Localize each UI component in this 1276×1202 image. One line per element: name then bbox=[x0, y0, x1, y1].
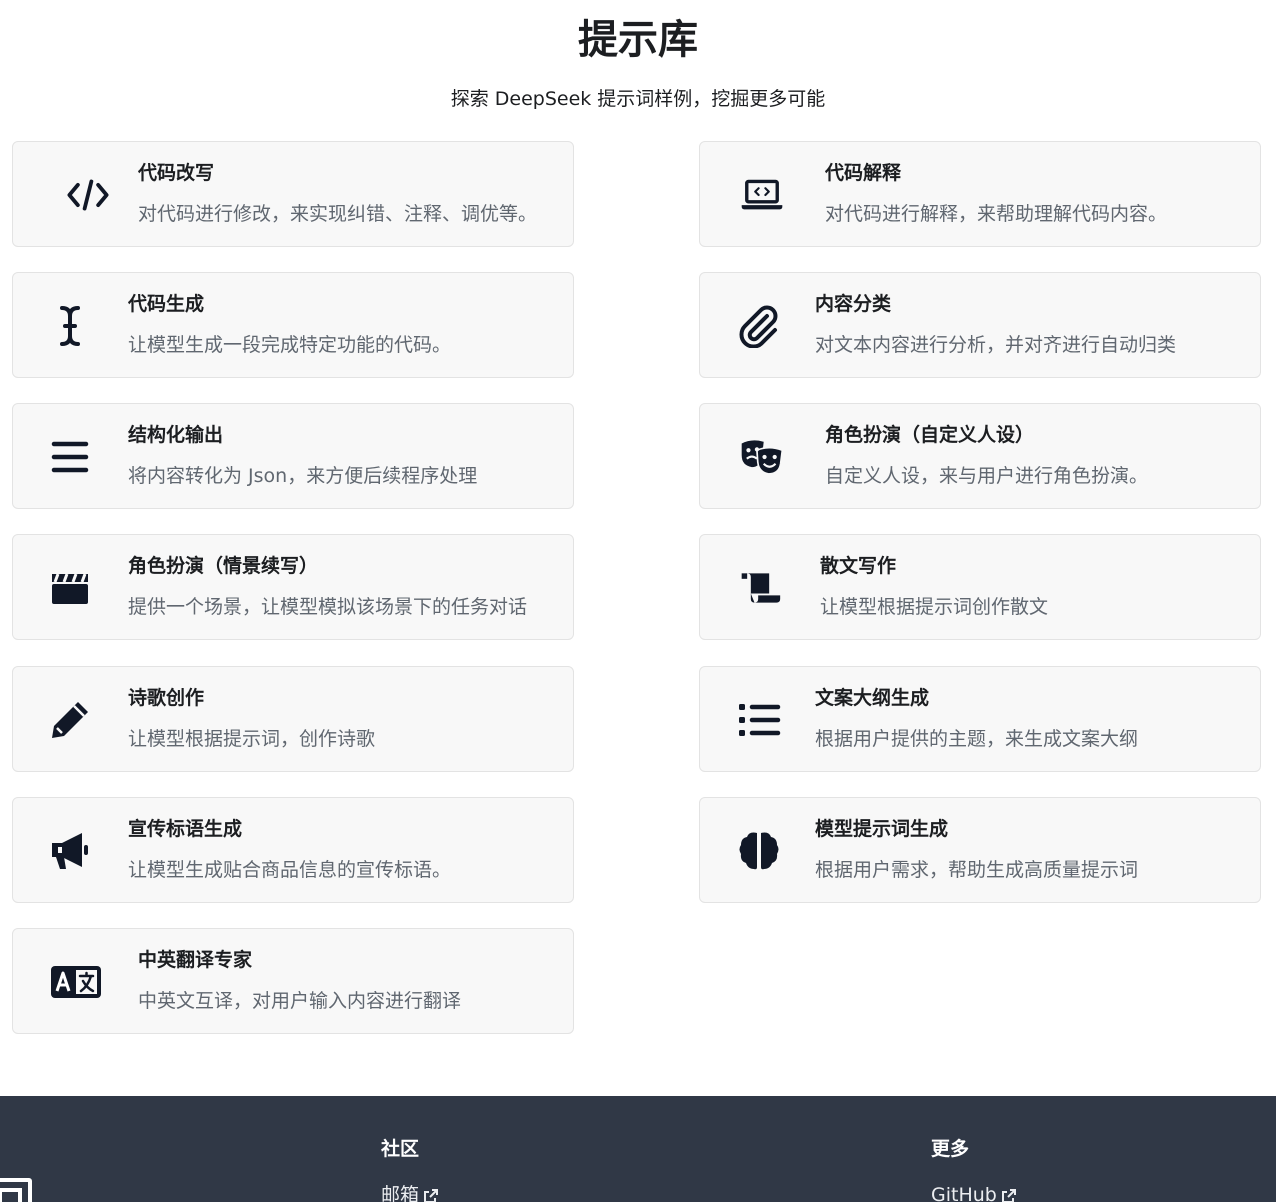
card-title: 模型提示词生成 bbox=[815, 818, 949, 840]
pencil-icon bbox=[48, 698, 92, 742]
card-description: 对代码进行解释，来帮助理解代码内容。 bbox=[825, 203, 1168, 225]
list-icon bbox=[737, 698, 781, 742]
prompt-card-structured-output[interactable]: 结构化输出 将内容转化为 Json，来方便后续程序处理 bbox=[12, 403, 574, 509]
footer-heading-community: 社区 bbox=[381, 1138, 420, 1160]
card-description: 对文本内容进行分析，并对齐进行自动归类 bbox=[815, 334, 1177, 356]
brain-icon bbox=[737, 829, 781, 873]
prompt-card-code-generate[interactable]: 代码生成 让模型生成一段完成特定功能的代码。 bbox=[12, 272, 574, 378]
card-description: 让模型根据提示词创作散文 bbox=[820, 596, 1049, 618]
prompt-card-prose-writing[interactable]: 散文写作 让模型根据提示词创作散文 bbox=[699, 534, 1261, 640]
card-description: 中英文互译，对用户输入内容进行翻译 bbox=[138, 990, 462, 1012]
card-title: 文案大纲生成 bbox=[815, 687, 930, 709]
page-subtitle: 探索 DeepSeek 提示词样例，挖掘更多可能 bbox=[450, 88, 826, 110]
card-description: 自定义人设，来与用户进行角色扮演。 bbox=[825, 465, 1149, 487]
prompt-card-content-classify[interactable]: 内容分类 对文本内容进行分析，并对齐进行自动归类 bbox=[699, 272, 1261, 378]
card-title: 代码解释 bbox=[825, 162, 902, 184]
prompt-card-roleplay-scene[interactable]: 角色扮演（情景续写） 提供一个场景，让模型模拟该场景下的任务对话 bbox=[12, 534, 574, 640]
card-title: 内容分类 bbox=[815, 293, 892, 315]
card-description: 让模型生成贴合商品信息的宣传标语。 bbox=[128, 859, 452, 881]
card-description: 对代码进行修改，来实现纠错、注释、调优等。 bbox=[138, 203, 538, 225]
prompt-card-prompt-generate[interactable]: 模型提示词生成 根据用户需求，帮助生成高质量提示词 bbox=[699, 797, 1261, 903]
card-title: 结构化输出 bbox=[128, 424, 224, 446]
bars-icon bbox=[48, 435, 92, 479]
card-description: 将内容转化为 Json，来方便后续程序处理 bbox=[128, 465, 478, 487]
card-title: 散文写作 bbox=[820, 555, 897, 577]
card-title: 诗歌创作 bbox=[128, 687, 205, 709]
card-title: 代码生成 bbox=[128, 293, 205, 315]
card-description: 根据用户提供的主题，来生成文案大纲 bbox=[815, 728, 1139, 750]
text-cursor-icon bbox=[48, 304, 92, 348]
code-icon bbox=[66, 173, 110, 217]
page-title: 提示库 bbox=[578, 17, 698, 63]
footer-heading-more: 更多 bbox=[931, 1138, 970, 1160]
footer-logo bbox=[0, 1178, 32, 1202]
prompt-card-slogan[interactable]: 宣传标语生成 让模型生成贴合商品信息的宣传标语。 bbox=[12, 797, 574, 903]
prompt-card-code-explain[interactable]: 代码解释 对代码进行解释，来帮助理解代码内容。 bbox=[699, 141, 1261, 247]
card-title: 角色扮演（自定义人设） bbox=[825, 424, 1035, 446]
clapperboard-icon bbox=[48, 566, 92, 610]
card-description: 让模型生成一段完成特定功能的代码。 bbox=[128, 334, 452, 356]
paperclip-icon bbox=[737, 304, 781, 348]
prompt-card-poetry[interactable]: 诗歌创作 让模型根据提示词，创作诗歌 bbox=[12, 666, 574, 772]
scroll-icon bbox=[738, 566, 782, 610]
footer-link-email-label: 邮箱 bbox=[381, 1184, 420, 1202]
footer-link-github[interactable]: GitHub bbox=[931, 1182, 1017, 1202]
card-title: 角色扮演（情景续写） bbox=[128, 555, 319, 577]
card-title: 中英翻译专家 bbox=[138, 949, 253, 971]
prompt-card-copy-outline[interactable]: 文案大纲生成 根据用户提供的主题，来生成文案大纲 bbox=[699, 666, 1261, 772]
prompt-card-roleplay-persona[interactable]: 角色扮演（自定义人设） 自定义人设，来与用户进行角色扮演。 bbox=[699, 403, 1261, 509]
prompt-card-translation[interactable]: 中英翻译专家 中英文互译，对用户输入内容进行翻译 bbox=[12, 928, 574, 1034]
masks-theater-icon bbox=[740, 435, 784, 479]
footer: 社区 邮箱 更多 GitHub bbox=[0, 1096, 1276, 1202]
external-link-icon bbox=[1001, 1188, 1016, 1202]
footer-link-email[interactable]: 邮箱 bbox=[381, 1182, 439, 1202]
external-link-icon bbox=[424, 1188, 439, 1202]
card-title: 宣传标语生成 bbox=[128, 818, 243, 840]
laptop-code-icon bbox=[740, 173, 784, 217]
card-title: 代码改写 bbox=[138, 162, 215, 184]
card-description: 让模型根据提示词，创作诗歌 bbox=[128, 728, 376, 750]
bullhorn-icon bbox=[48, 829, 92, 873]
card-description: 根据用户需求，帮助生成高质量提示词 bbox=[815, 859, 1139, 881]
footer-link-github-label: GitHub bbox=[931, 1184, 997, 1202]
card-description: 提供一个场景，让模型模拟该场景下的任务对话 bbox=[128, 596, 528, 618]
language-icon bbox=[51, 960, 101, 1004]
prompt-card-code-rewrite[interactable]: 代码改写 对代码进行修改，来实现纠错、注释、调优等。 bbox=[12, 141, 574, 247]
